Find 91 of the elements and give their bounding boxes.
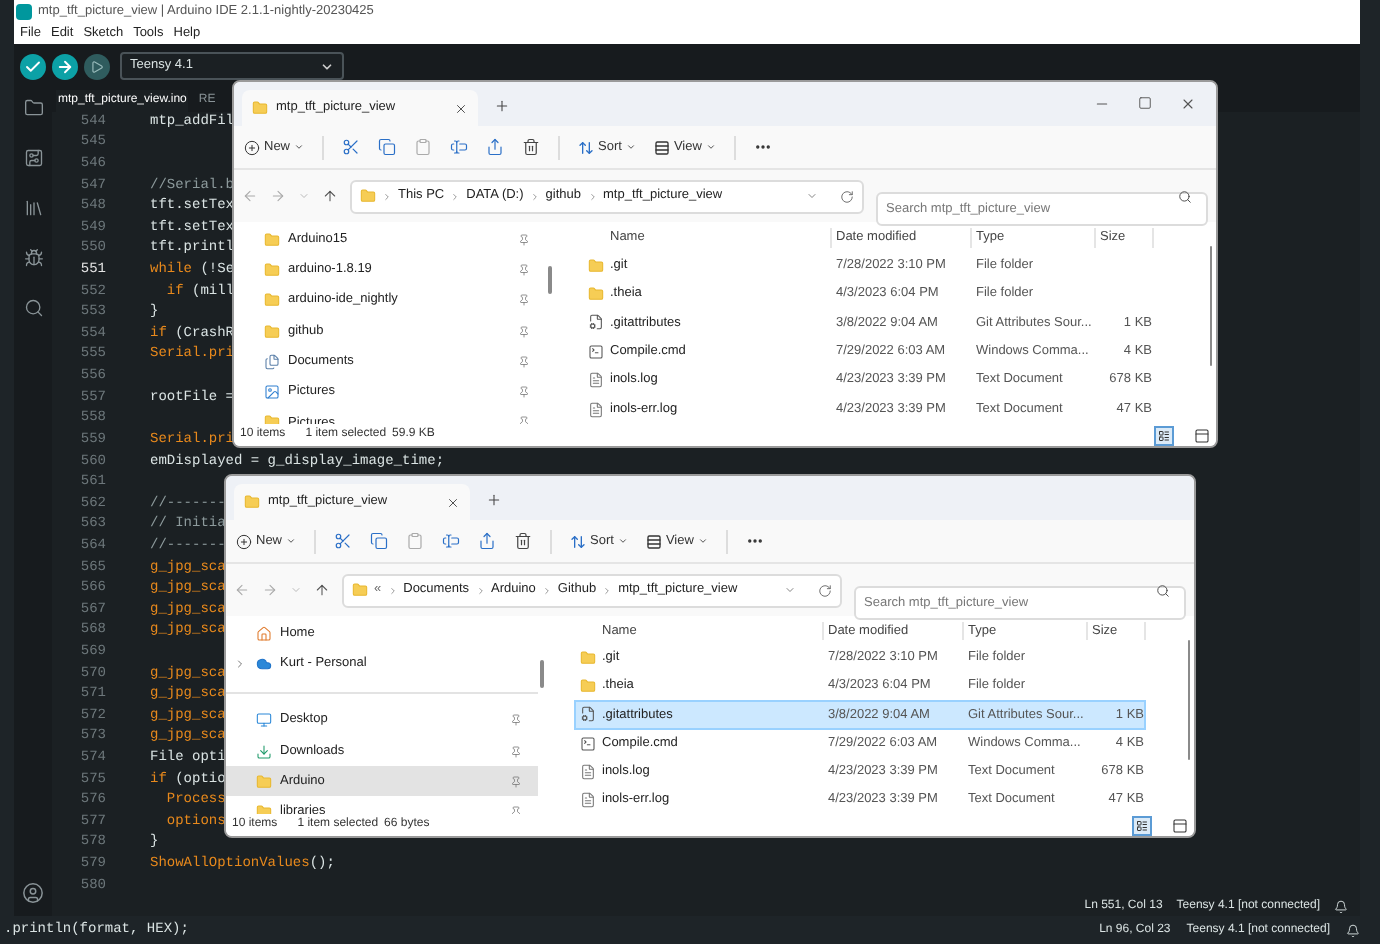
details-icon [1136, 819, 1148, 831]
folder-icon [580, 678, 596, 695]
preview-view-icon[interactable] [1194, 427, 1210, 443]
up-icon[interactable] [314, 582, 330, 598]
folder-icon [580, 650, 596, 667]
terminal-file-icon [580, 735, 596, 752]
document-icon [580, 763, 596, 780]
sort-icon [578, 139, 595, 155]
chevron-icon [475, 585, 485, 595]
caret-icon [294, 142, 305, 152]
folder-icon [264, 323, 280, 340]
arrow-right-icon [56, 57, 74, 75]
debug-button[interactable] [84, 53, 110, 79]
rename-icon[interactable] [450, 138, 469, 156]
verify-button[interactable] [20, 53, 46, 79]
chevron-icon [450, 191, 461, 201]
new-tab-icon[interactable] [494, 98, 510, 114]
cut-icon[interactable] [342, 138, 361, 156]
details-view-button[interactable] [1132, 815, 1152, 835]
caret-icon [286, 536, 297, 546]
search-icon[interactable] [23, 298, 43, 318]
search-icon [1178, 189, 1192, 203]
document-icon [588, 372, 604, 389]
plus-icon [236, 533, 252, 549]
download-icon [256, 743, 272, 760]
up-icon[interactable] [322, 188, 338, 204]
gear-file-icon [588, 314, 604, 331]
close-icon[interactable] [454, 101, 468, 115]
bell-icon[interactable] [1334, 899, 1348, 914]
refresh-icon[interactable] [818, 583, 832, 597]
caret-icon [320, 59, 334, 73]
close-icon[interactable] [446, 495, 460, 509]
folder-icon [264, 231, 280, 248]
close-icon[interactable] [1180, 96, 1196, 112]
rows-icon [653, 139, 670, 155]
library-icon[interactable] [23, 198, 43, 218]
details-view-button[interactable] [1154, 425, 1174, 445]
folder-icon [244, 494, 260, 510]
delete-icon[interactable] [522, 138, 541, 156]
folder-icon [588, 286, 604, 303]
folder-icon [588, 257, 604, 274]
app-icon [16, 4, 32, 20]
bell-icon[interactable] [1346, 923, 1360, 937]
chevron-icon [387, 585, 398, 595]
folder-icon [256, 773, 272, 790]
share-icon[interactable] [486, 138, 505, 156]
folder-icon [264, 292, 280, 309]
caret-icon [697, 536, 708, 546]
cut-icon[interactable] [334, 532, 353, 550]
folder-icon [264, 261, 280, 278]
search-icon [1156, 583, 1170, 597]
details-icon [1158, 429, 1170, 441]
rename-icon[interactable] [442, 532, 461, 550]
rows-icon [645, 533, 662, 549]
pictures-icon [264, 384, 280, 401]
copy-icon[interactable] [370, 532, 389, 550]
folder-icon[interactable] [23, 98, 43, 118]
home-icon [256, 625, 272, 642]
document-icon [580, 791, 596, 808]
caret-icon [625, 142, 636, 152]
document-icon [588, 401, 604, 418]
caret-icon [617, 536, 628, 546]
folder-icon [252, 100, 268, 116]
gear-file-icon [580, 706, 596, 723]
check-icon [24, 57, 42, 75]
debug-icon[interactable] [23, 248, 43, 268]
preview-view-icon[interactable] [1172, 817, 1188, 833]
maximize-icon[interactable] [1138, 96, 1152, 110]
refresh-icon[interactable] [840, 189, 854, 203]
chevron-icon [529, 191, 540, 201]
caret-icon [705, 142, 716, 152]
folder-icon [360, 188, 376, 204]
upload-button[interactable] [52, 53, 78, 79]
delete-icon[interactable] [514, 532, 533, 550]
copy-icon[interactable] [378, 138, 397, 156]
chevron-icon [587, 191, 597, 201]
new-tab-icon[interactable] [486, 492, 502, 508]
desktop-icon [256, 712, 272, 729]
plus-icon [244, 139, 260, 155]
sort-icon [570, 533, 587, 549]
chevron-icon [541, 585, 552, 595]
cloud-icon [256, 655, 272, 672]
folder-icon [352, 582, 368, 598]
play-icon [90, 59, 104, 73]
documents-icon [264, 353, 280, 370]
terminal-file-icon [588, 343, 604, 360]
share-icon[interactable] [478, 532, 497, 550]
chevron-icon [602, 585, 613, 595]
board-icon[interactable] [23, 148, 43, 168]
chevron-icon [382, 191, 392, 201]
account-icon[interactable] [22, 882, 44, 904]
